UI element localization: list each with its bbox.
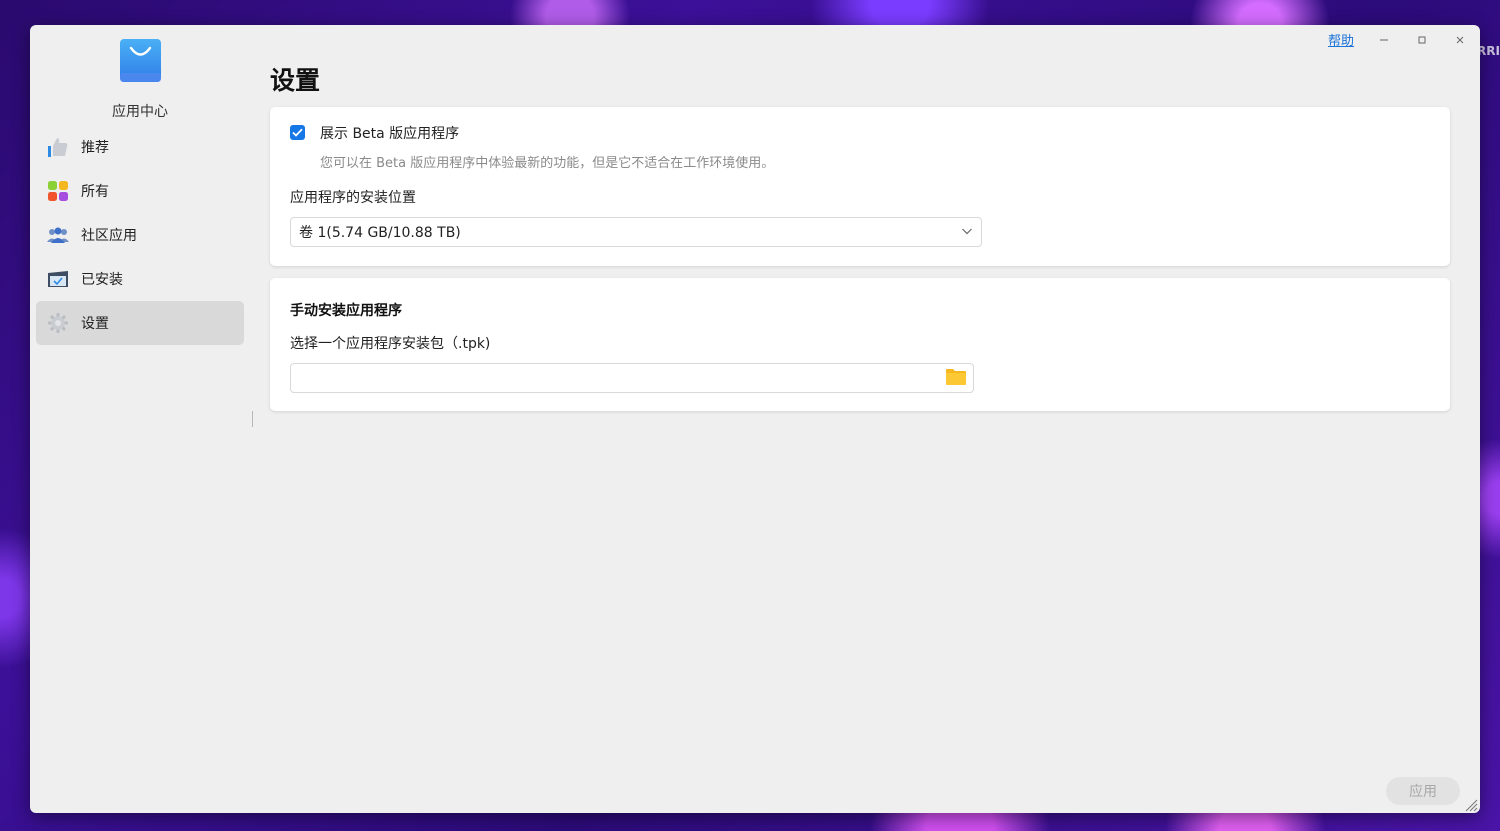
install-location-select[interactable]: 卷 1(5.74 GB/10.88 TB) [290,217,982,247]
sidebar-item-recommended[interactable]: 推荐 [36,125,244,169]
checkmark-icon [292,128,303,137]
help-link[interactable]: 帮助 [1328,30,1354,49]
apply-button[interactable]: 应用 [1386,777,1460,805]
beta-description: 您可以在 Beta 版应用程序中体验最新的功能，但是它不适合在工作环境使用。 [320,156,775,171]
beta-checkbox-label[interactable]: 展示 Beta 版应用程序 [320,123,459,143]
app-center-logo-icon [120,39,161,82]
thumbs-up-icon [46,135,70,159]
install-location-value: 卷 1(5.74 GB/10.88 TB) [299,225,461,241]
people-icon [46,223,70,247]
installed-box-icon [46,267,70,291]
grid-icon [46,179,70,203]
sidebar-item-label: 所有 [81,184,109,200]
beta-checkbox[interactable] [290,125,305,140]
sidebar-nav: 推荐 所有 社区应用 已安装 设置 [36,125,244,345]
sidebar-item-label: 推荐 [81,140,109,156]
sidebar-item-label: 设置 [81,316,109,332]
window-controls: 帮助 [1328,30,1468,49]
app-title: 应用中心 [112,104,168,120]
package-path-input[interactable] [291,364,947,390]
sidebar-item-all[interactable]: 所有 [36,169,244,213]
minimize-icon[interactable] [1376,32,1392,48]
close-icon[interactable] [1452,32,1468,48]
general-settings-card: 展示 Beta 版应用程序 您可以在 Beta 版应用程序中体验最新的功能，但是… [270,107,1450,266]
sidebar: 应用中心 推荐 所有 社区应用 已安装 设置 [30,25,252,813]
folder-icon[interactable] [945,368,967,388]
maximize-icon[interactable] [1414,32,1430,48]
resize-grip-icon[interactable] [1464,797,1478,812]
package-select-label: 选择一个应用程序安装包（.tpk) [290,336,491,352]
sidebar-item-settings[interactable]: 设置 [36,301,244,345]
app-center-window: 帮助 应用中心 推荐 所有 社区应用 已安装 设置 设置 展示 Beta 版应用… [30,25,1480,813]
chevron-down-icon [961,225,973,241]
sidebar-splitter[interactable] [252,411,255,427]
sidebar-item-community-apps[interactable]: 社区应用 [36,213,244,257]
sidebar-item-label: 社区应用 [81,228,137,244]
sidebar-item-installed[interactable]: 已安装 [36,257,244,301]
install-location-label: 应用程序的安装位置 [290,190,416,206]
manual-install-card: 手动安装应用程序 选择一个应用程序安装包（.tpk) [270,278,1450,411]
sidebar-item-label: 已安装 [81,272,123,288]
page-title: 设置 [270,66,321,95]
package-file-field [290,363,974,393]
gear-icon [46,311,70,335]
manual-install-title: 手动安装应用程序 [290,303,402,319]
